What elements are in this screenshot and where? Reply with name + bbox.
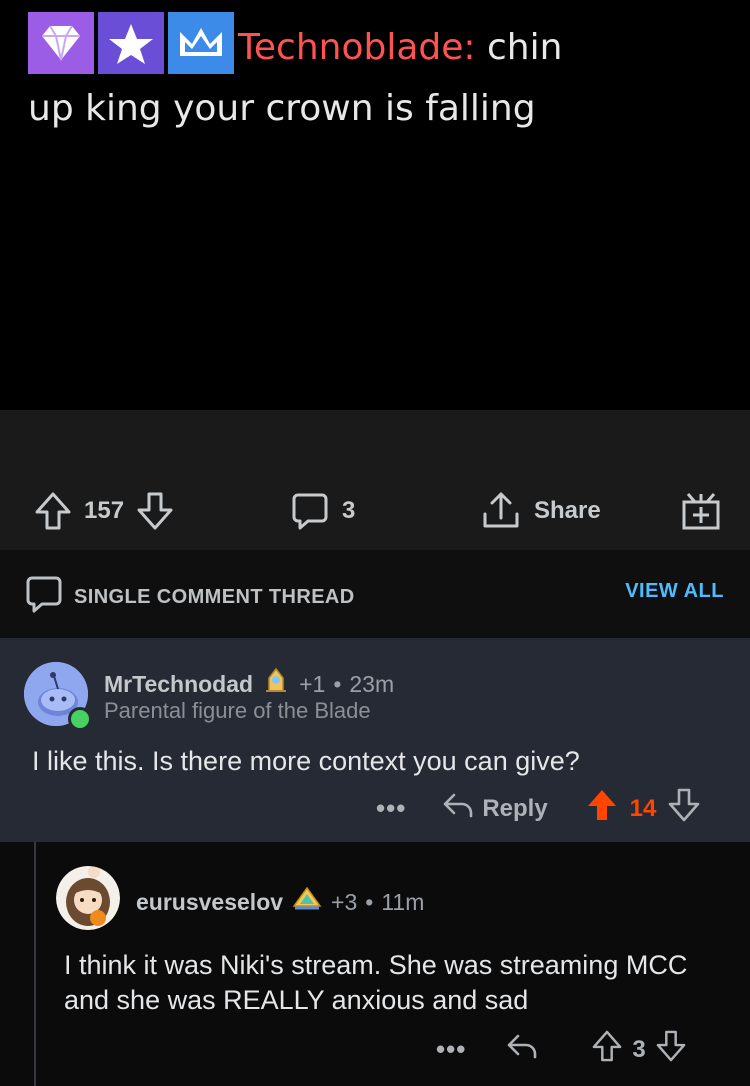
reply-button[interactable]: Reply [442, 791, 548, 826]
vote-group: 157 [34, 486, 174, 536]
comment-score: 3 [632, 1035, 646, 1063]
upvote-count: 157 [84, 497, 125, 524]
award-icon [261, 666, 291, 702]
comment-time: 11m [381, 888, 425, 915]
comments-button[interactable]: 3 [290, 486, 355, 536]
more-options-button[interactable]: ••• [376, 793, 406, 824]
comment-karma: +3 [331, 888, 358, 915]
share-label: Share [534, 497, 601, 524]
comment-vote-group: 3 [592, 1030, 686, 1069]
upvote-active-icon[interactable] [586, 788, 618, 829]
user-flair: Parental figure of the Blade [104, 698, 371, 723]
chat-message: Technoblade: chin up king your crown is … [28, 12, 728, 138]
gift-icon [680, 490, 722, 532]
comment-username[interactable]: MrTechnodad [104, 671, 253, 698]
meta-separator: • [333, 670, 342, 697]
single-thread-label: SINGLE COMMENT THREAD [24, 574, 355, 620]
reply-label: Reply [482, 794, 548, 822]
comment-karma: +1 [299, 670, 326, 697]
chat-text-line2: up king your crown is falling [28, 88, 536, 129]
award-button[interactable] [680, 486, 722, 536]
gem-icon [28, 12, 94, 74]
comment-time: 23m [349, 670, 395, 697]
reply-icon [442, 791, 474, 826]
comment-vote-group: 14 [586, 788, 701, 829]
comment-body: I think it was Niki's stream. She was st… [64, 950, 688, 1015]
more-options-button[interactable]: ••• [436, 1034, 466, 1065]
star-icon [98, 12, 164, 74]
downvote-icon[interactable] [136, 491, 174, 531]
online-indicator [68, 707, 92, 731]
award-icon [291, 884, 323, 920]
comment-score: 14 [629, 794, 657, 822]
crown-icon [168, 12, 234, 74]
comment-body: I like this. Is there more context you c… [32, 746, 580, 776]
thread-line[interactable] [34, 842, 36, 1086]
comment-username[interactable]: eurusveselov [136, 889, 283, 916]
upvote-icon[interactable] [592, 1030, 622, 1069]
comment-actions: ••• Reply 14 [376, 788, 700, 829]
chat-username: Technoblade: [238, 27, 476, 68]
downvote-icon[interactable] [656, 1030, 686, 1069]
comment-icon [290, 491, 330, 531]
comment-icon [24, 574, 64, 620]
comment-count: 3 [342, 497, 356, 524]
comment-meta: MrTechnodad +1 • 23m [104, 666, 394, 702]
reply-icon[interactable] [506, 1032, 538, 1067]
thread-label-text: SINGLE COMMENT THREAD [74, 585, 355, 608]
comment-actions: ••• 3 [436, 1030, 686, 1069]
chat-text-line1: chin [475, 27, 563, 68]
share-button[interactable]: Share [480, 486, 601, 536]
avatar[interactable] [56, 866, 120, 930]
downvote-icon[interactable] [668, 788, 700, 829]
share-icon [480, 490, 522, 532]
upvote-icon[interactable] [34, 491, 72, 531]
view-all-link[interactable]: VIEW ALL [625, 580, 724, 603]
comment-meta: eurusveselov +3 • 11m [136, 884, 424, 920]
meta-separator: • [365, 888, 374, 915]
